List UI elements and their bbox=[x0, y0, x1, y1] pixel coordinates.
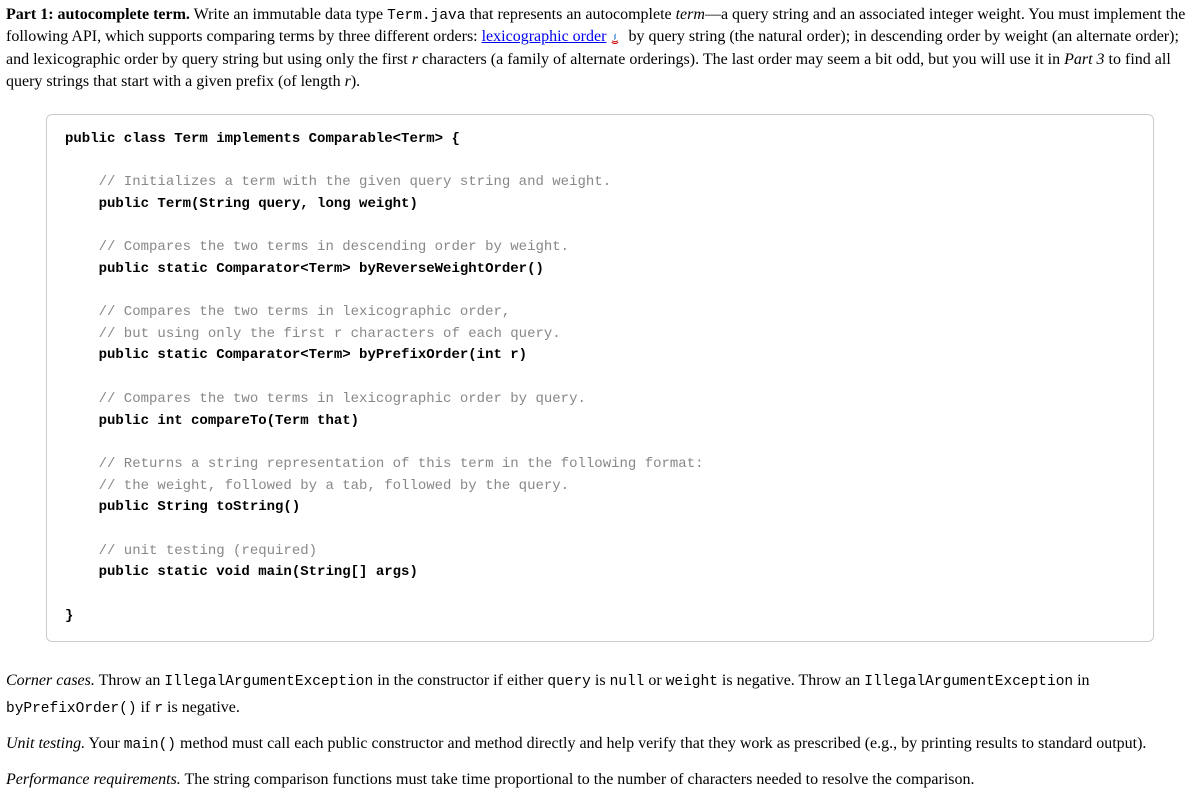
code-comment: // Initializes a term with the given que… bbox=[65, 174, 611, 190]
code-signature: public String toString() bbox=[65, 499, 300, 515]
unit-text: Your bbox=[85, 735, 124, 752]
corner-text: if bbox=[137, 699, 155, 716]
performance-label: Performance requirements. bbox=[6, 771, 181, 788]
corner-text: or bbox=[644, 672, 665, 689]
performance-section: Performance requirements. The string com… bbox=[6, 767, 1194, 793]
code-signature: public static Comparator<Term> byReverse… bbox=[65, 261, 544, 277]
term-java-code: Term.java bbox=[387, 8, 465, 24]
corner-text: in the constructor if either bbox=[373, 672, 547, 689]
intro-text: characters (a family of alternate orderi… bbox=[418, 51, 1064, 68]
unit-testing-section: Unit testing. Your main() method must ca… bbox=[6, 731, 1194, 757]
api-code-block: public class Term implements Comparable<… bbox=[46, 114, 1154, 643]
exception-code: IllegalArgumentException bbox=[164, 674, 373, 690]
corner-text: in bbox=[1073, 672, 1089, 689]
corner-text: Throw an bbox=[95, 672, 164, 689]
intro-text: ). bbox=[351, 73, 360, 90]
unit-text: method must call each public constructor… bbox=[176, 735, 1146, 752]
java-icon bbox=[608, 31, 622, 45]
r-code: r bbox=[154, 701, 163, 717]
intro-text: that represents an autocomplete bbox=[465, 6, 675, 23]
main-code: main() bbox=[124, 737, 176, 753]
lexicographic-order-link[interactable]: lexicographic order bbox=[482, 28, 607, 45]
part1-heading: Part 1: autocomplete term. bbox=[6, 6, 190, 23]
code-comment: // unit testing (required) bbox=[65, 543, 317, 559]
code-line: } bbox=[65, 608, 73, 624]
corner-cases-label: Corner cases. bbox=[6, 672, 95, 689]
intro-paragraph: Part 1: autocomplete term. Write an immu… bbox=[6, 4, 1194, 94]
code-comment: // the weight, followed by a tab, follow… bbox=[65, 478, 569, 494]
weight-code: weight bbox=[666, 674, 718, 690]
code-comment: // Compares the two terms in lexicograph… bbox=[65, 304, 510, 320]
code-signature: public int compareTo(Term that) bbox=[65, 413, 359, 429]
unit-testing-label: Unit testing. bbox=[6, 735, 85, 752]
corner-cases-section: Corner cases. Throw an IllegalArgumentEx… bbox=[6, 668, 1194, 720]
part3-ref: Part 3 bbox=[1064, 51, 1104, 68]
exception-code: IllegalArgumentException bbox=[864, 674, 1073, 690]
null-code: null bbox=[610, 674, 645, 690]
code-signature: public Term(String query, long weight) bbox=[65, 196, 418, 212]
code-signature: public static void main(String[] args) bbox=[65, 564, 418, 580]
corner-text: is bbox=[591, 672, 610, 689]
code-line: public class Term implements Comparable<… bbox=[65, 131, 460, 147]
corner-text: is negative. Throw an bbox=[718, 672, 864, 689]
code-comment: // but using only the first r characters… bbox=[65, 326, 561, 342]
byprefixorder-code: byPrefixOrder() bbox=[6, 701, 137, 717]
code-signature: public static Comparator<Term> byPrefixO… bbox=[65, 347, 527, 363]
term-italic: term bbox=[676, 6, 705, 23]
query-code: query bbox=[547, 674, 591, 690]
code-comment: // Compares the two terms in descending … bbox=[65, 239, 569, 255]
code-comment: // Returns a string representation of th… bbox=[65, 456, 704, 472]
corner-text: is negative. bbox=[163, 699, 240, 716]
code-comment: // Compares the two terms in lexicograph… bbox=[65, 391, 586, 407]
intro-text: Write an immutable data type bbox=[190, 6, 387, 23]
perf-text: The string comparison functions must tak… bbox=[181, 771, 975, 788]
